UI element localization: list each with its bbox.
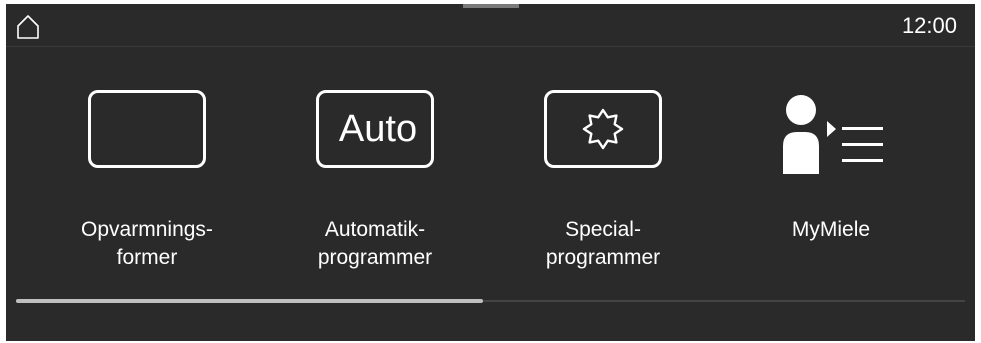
heating-modes-frame-icon: [82, 86, 212, 178]
tile-mymiele[interactable]: MyMiele: [726, 82, 936, 282]
scrollbar-thumb[interactable]: [16, 299, 483, 303]
oven-display: 12:00 Opvarmnings- former Auto Automatik…: [6, 4, 975, 341]
tile-label: MyMiele: [791, 218, 871, 241]
tile-opvarmningsformer[interactable]: Opvarmnings- former: [42, 82, 252, 282]
tile-specialprogrammer[interactable]: Special- programmer: [498, 82, 708, 282]
auto-icon-text: Auto: [338, 108, 418, 150]
tile-label: Automatik- programmer: [317, 218, 433, 269]
tile-label: Opvarmnings- former: [81, 218, 213, 269]
pull-down-handle[interactable]: [463, 4, 519, 8]
clock: 12:00: [901, 13, 957, 38]
status-bar: 12:00: [6, 4, 975, 47]
special-star-icon: [538, 86, 668, 178]
home-icon[interactable]: [16, 14, 40, 40]
tile-label: Special- programmer: [545, 218, 661, 269]
tile-automatikprogrammer[interactable]: Auto Automatik- programmer: [270, 82, 480, 282]
auto-icon: Auto: [310, 86, 440, 178]
user-list-icon: [766, 86, 896, 178]
horizontal-scrollbar[interactable]: [16, 299, 965, 303]
